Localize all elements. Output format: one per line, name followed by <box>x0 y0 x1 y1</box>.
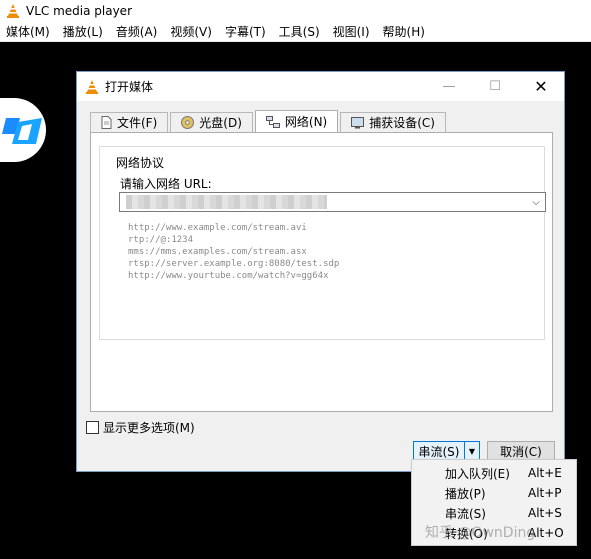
close-icon: ✕ <box>534 77 548 96</box>
dialog-title: 打开媒体 <box>105 80 154 94</box>
menu-subtitle[interactable]: 字幕(T) <box>225 23 266 40</box>
menu-item-shortcut: Alt+O <box>528 526 564 540</box>
menu-tools[interactable]: 工具(S) <box>279 23 320 40</box>
menu-item-label: 转换(O) <box>445 526 488 541</box>
vlc-cone-icon <box>86 79 98 94</box>
app-title: VLC media player <box>26 4 133 18</box>
disc-icon <box>181 116 195 129</box>
example-line: rtp://@:1234 <box>128 235 194 245</box>
url-label: 请输入网络 URL: <box>120 177 212 191</box>
url-input[interactable]: ⌵ <box>119 192 546 212</box>
network-tab-panel: 网络协议 请输入网络 URL: ⌵ http://www.example.com… <box>90 132 553 412</box>
menu-item-stream[interactable]: 串流(S) Alt+S <box>412 503 576 523</box>
vlc-cone-icon <box>7 4 19 18</box>
tab-capture-device-label: 捕获设备(C) <box>369 116 435 130</box>
menu-item-label: 串流(S) <box>445 506 486 521</box>
minimize-icon: — <box>442 79 456 94</box>
file-icon <box>101 116 112 129</box>
maximize-icon: ☐ <box>489 79 501 94</box>
menu-view[interactable]: 视图(I) <box>333 23 370 40</box>
menu-item-label: 播放(P) <box>445 486 486 501</box>
maximize-button[interactable]: ☐ <box>472 72 518 101</box>
close-button[interactable]: ✕ <box>518 72 564 101</box>
menu-bar: 媒体(M) 播放(L) 音频(A) 视频(V) 字幕(T) 工具(S) 视图(I… <box>0 22 591 42</box>
menu-item-label: 加入队列(E) <box>445 466 510 481</box>
minimize-button[interactable]: — <box>426 72 472 101</box>
capture-device-icon <box>351 116 365 129</box>
vlc-titlebar: VLC media player <box>0 0 591 22</box>
more-options-label: 显示更多选项(M) <box>103 421 195 435</box>
menu-item-enqueue[interactable]: 加入队列(E) Alt+E <box>412 463 576 483</box>
tab-network-label: 网络(N) <box>284 115 328 129</box>
menu-media[interactable]: 媒体(M) <box>6 23 50 40</box>
tab-bar: 文件(F) 光盘(D) 网络(N) 捕获设备(C) <box>90 110 448 132</box>
group-title: 网络协议 <box>114 154 167 171</box>
dialog-titlebar: 打开媒体 — ☐ ✕ <box>77 72 564 101</box>
url-examples: http://www.example.com/stream.avi rtp://… <box>128 222 339 282</box>
menu-item-convert[interactable]: 转换(O) Alt+O <box>412 523 576 543</box>
tab-disc[interactable]: 光盘(D) <box>170 112 253 132</box>
tab-capture-device[interactable]: 捕获设备(C) <box>340 112 446 132</box>
chevron-down-icon[interactable]: ⌵ <box>527 197 545 208</box>
example-line: rtsp://server.example.org:8080/test.sdp <box>128 259 340 269</box>
open-media-dialog: 打开媒体 — ☐ ✕ 文件(F) 光盘(D) 网络(N) 捕获设备(C) 网络协… <box>76 71 565 472</box>
menu-audio[interactable]: 音频(A) <box>116 23 158 40</box>
menu-item-shortcut: Alt+P <box>528 486 562 500</box>
tab-file-label: 文件(F) <box>117 116 158 130</box>
more-options-checkbox[interactable] <box>86 421 99 434</box>
url-value <box>126 195 327 209</box>
network-protocol-group: 网络协议 请输入网络 URL: ⌵ http://www.example.com… <box>99 146 546 340</box>
menu-video[interactable]: 视频(V) <box>170 23 212 40</box>
menu-item-shortcut: Alt+E <box>528 466 562 480</box>
tab-file[interactable]: 文件(F) <box>90 112 169 132</box>
more-options-toggle[interactable]: 显示更多选项(M) <box>86 419 195 436</box>
app-logo-icon <box>2 118 42 144</box>
menu-help[interactable]: 帮助(H) <box>383 23 425 40</box>
stream-dropdown-menu: 加入队列(E) Alt+E 播放(P) Alt+P 串流(S) Alt+S 转换… <box>411 459 577 546</box>
example-line: mms://mms.examples.com/stream.asx <box>128 247 307 257</box>
tab-network[interactable]: 网络(N) <box>254 110 339 132</box>
network-icon <box>265 115 280 128</box>
menu-item-shortcut: Alt+S <box>528 506 562 520</box>
example-line: http://www.yourtube.com/watch?v=gg64x <box>128 271 329 281</box>
menu-playback[interactable]: 播放(L) <box>63 23 103 40</box>
tab-disc-label: 光盘(D) <box>199 116 242 130</box>
menu-item-play[interactable]: 播放(P) Alt+P <box>412 483 576 503</box>
example-line: http://www.example.com/stream.avi <box>128 223 307 233</box>
